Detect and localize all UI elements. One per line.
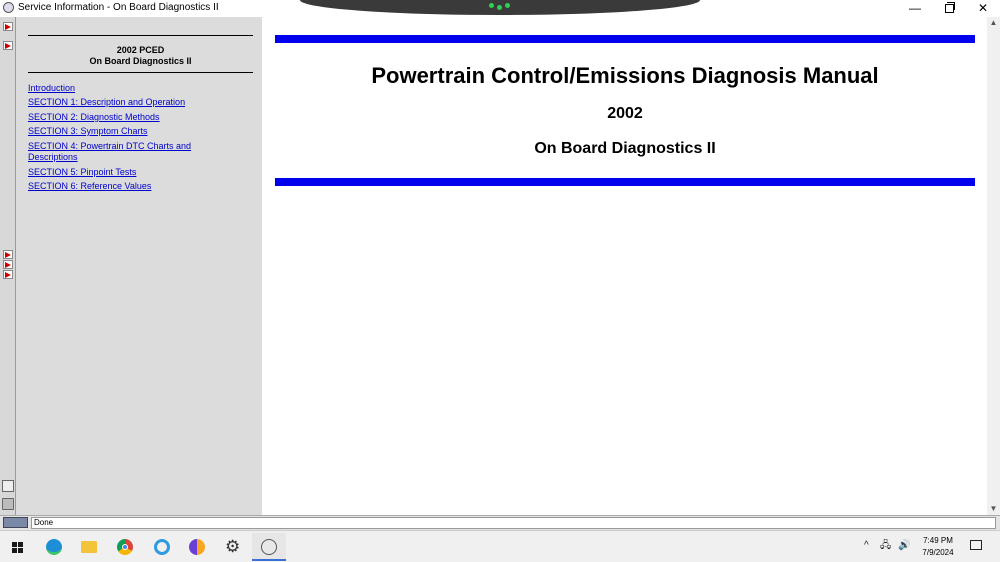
taskbar-settings[interactable]: ⚙	[216, 533, 250, 561]
service-app-icon	[261, 539, 277, 555]
ccleaner-icon	[189, 539, 205, 555]
clock-date: 7/9/2024	[922, 548, 954, 557]
vertical-scrollbar[interactable]: ▲ ▼	[987, 17, 1000, 515]
notch-indicator-icon	[488, 3, 512, 11]
file-explorer-icon	[81, 541, 97, 553]
toc-link-section-6[interactable]: SECTION 6: Reference Values	[28, 181, 228, 192]
status-globe-icon	[3, 517, 28, 528]
toc-divider	[28, 35, 253, 36]
close-button[interactable]: ✕	[966, 0, 1000, 17]
scroll-down-icon[interactable]: ▼	[987, 503, 1000, 515]
toc-link-section-1[interactable]: SECTION 1: Description and Operation	[28, 97, 228, 108]
nav-arrow-icon[interactable]	[3, 270, 13, 279]
edge-icon	[46, 539, 62, 555]
taskbar-internet-explorer[interactable]	[144, 533, 178, 561]
restore-icon	[944, 2, 955, 13]
page-subtitle: On Board Diagnostics II	[534, 140, 716, 157]
toc-link-section-2[interactable]: SECTION 2: Diagnostic Methods	[28, 112, 228, 123]
notification-icon[interactable]	[970, 540, 982, 550]
nav-arrow-icon[interactable]	[3, 22, 13, 31]
left-toolbar	[0, 17, 16, 515]
toc-divider	[28, 72, 253, 73]
taskbar-clock[interactable]: 7:49 PM 7/9/2024	[913, 535, 963, 559]
network-icon[interactable]: 🖧	[880, 540, 891, 552]
status-panel	[31, 517, 996, 529]
nav-arrow-icon[interactable]	[3, 260, 13, 269]
toc-subtitle: On Board Diagnostics II	[89, 56, 192, 66]
chrome-icon	[117, 539, 133, 555]
main-content: Powertrain Control/Emissions Diagnosis M…	[262, 17, 987, 515]
toc-link-section-4[interactable]: SECTION 4: Powertrain DTC Charts and Des…	[28, 141, 203, 163]
status-bar: Done	[0, 515, 1000, 530]
toc-panel: 2002 PCED On Board Diagnostics II Introd…	[16, 17, 262, 515]
start-button[interactable]	[0, 533, 34, 561]
toc-title: 2002 PCED	[116, 45, 165, 55]
toc-link-section-5[interactable]: SECTION 5: Pinpoint Tests	[28, 167, 228, 178]
taskbar-ccleaner[interactable]	[180, 533, 214, 561]
app-icon	[3, 2, 14, 13]
taskbar-service-app[interactable]	[252, 533, 286, 561]
printer-icon[interactable]	[2, 498, 14, 510]
settings-gear-icon: ⚙	[225, 537, 241, 556]
toc-link-introduction[interactable]: Introduction	[28, 83, 228, 94]
taskbar-edge[interactable]	[37, 533, 71, 561]
page-title: Powertrain Control/Emissions Diagnosis M…	[371, 63, 879, 88]
window-title: Service Information - On Board Diagnosti…	[18, 2, 219, 13]
toc-link-section-3[interactable]: SECTION 3: Symptom Charts	[28, 126, 228, 137]
blue-divider-bar	[275, 35, 975, 43]
scroll-up-icon[interactable]: ▲	[987, 17, 1000, 29]
volume-icon[interactable]: 🔊	[898, 540, 910, 552]
nav-arrow-icon[interactable]	[3, 250, 13, 259]
windows-icon	[12, 542, 24, 554]
internet-explorer-icon	[154, 539, 170, 555]
status-text: Done	[34, 518, 54, 527]
taskbar-chrome[interactable]	[108, 533, 142, 561]
blue-divider-bar	[275, 178, 975, 186]
nav-arrow-icon[interactable]	[3, 41, 13, 50]
restore-button[interactable]	[932, 0, 966, 17]
tray-chevron-icon[interactable]: ^	[864, 540, 869, 552]
taskbar: ⚙ ^ 🖧 🔊 7:49 PM 7/9/2024	[0, 530, 1000, 562]
clock-time: 7:49 PM	[923, 536, 953, 545]
page-year: 2002	[607, 105, 643, 122]
title-bar: Service Information - On Board Diagnosti…	[0, 0, 1000, 17]
minimize-button[interactable]: —	[898, 0, 932, 17]
document-icon[interactable]	[2, 480, 14, 492]
taskbar-file-explorer[interactable]	[72, 533, 106, 561]
